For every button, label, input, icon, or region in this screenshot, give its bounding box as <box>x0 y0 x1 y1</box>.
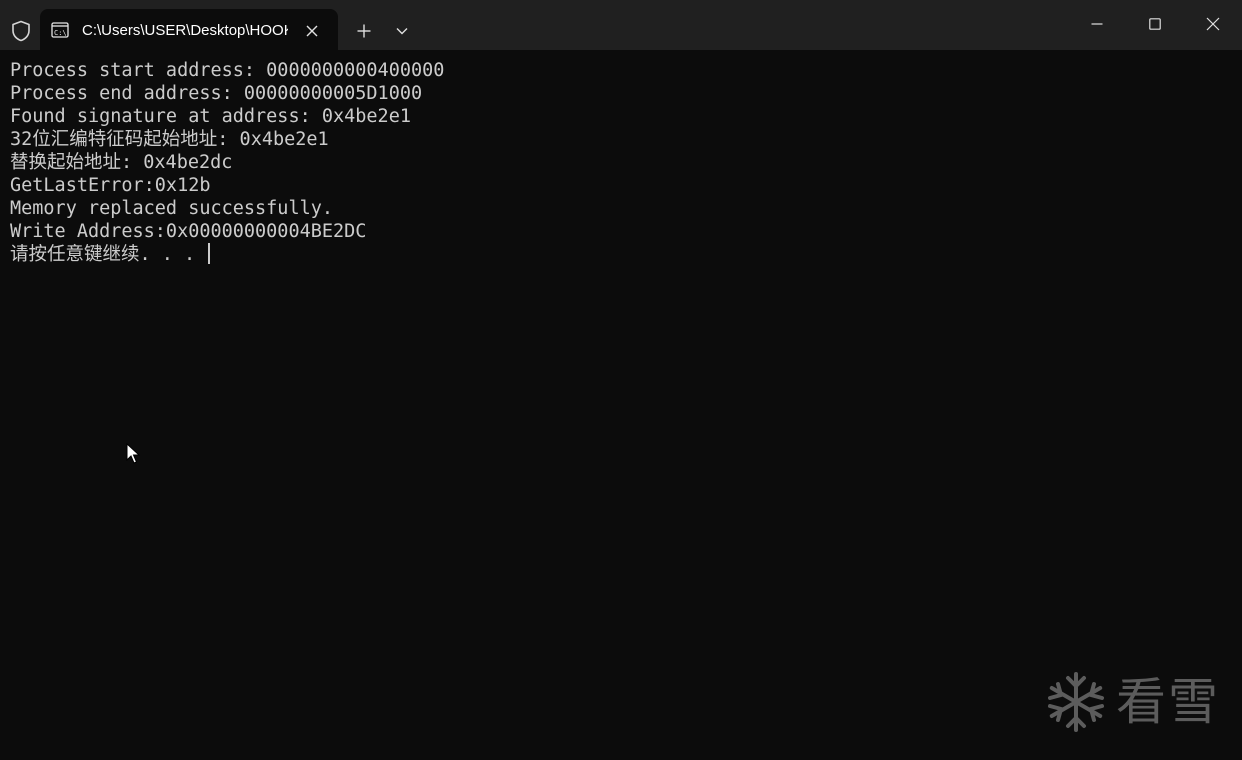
console-line: Memory replaced successfully. <box>10 198 334 219</box>
title-bar[interactable]: C:\ C:\Users\USER\Desktop\HOOK <box>0 0 1242 50</box>
snowflake-icon <box>1048 672 1104 732</box>
console-line: Process start address: 0000000000400000 <box>10 60 445 81</box>
chevron-down-icon <box>396 28 408 35</box>
console-line: Process end address: 00000000005D1000 <box>10 83 423 104</box>
watermark-logo: 看雪 <box>1044 666 1224 738</box>
maximize-button[interactable] <box>1126 0 1184 48</box>
console-prompt-line: 请按任意键继续. . . <box>10 243 1232 266</box>
new-tab-button[interactable] <box>348 17 380 45</box>
prompt-text: 请按任意键继续. . . <box>10 244 207 265</box>
minimize-icon <box>1091 23 1103 25</box>
console-line: Found signature at address: 0x4be2e1 <box>10 106 411 127</box>
console-output[interactable]: Process start address: 0000000000400000 … <box>10 59 1232 749</box>
maximize-icon <box>1149 18 1161 30</box>
profile-dropdown-button[interactable] <box>386 17 418 45</box>
console-line: Write Address:0x00000000004BE2DC <box>10 221 367 242</box>
console-icon: C:\ <box>51 22 69 38</box>
close-icon <box>306 25 318 37</box>
terminal-window: C:\ C:\Users\USER\Desktop\HOOK Process s… <box>0 0 1242 760</box>
mouse-pointer-icon <box>126 442 141 465</box>
close-window-button[interactable] <box>1184 0 1242 48</box>
close-icon <box>1206 17 1220 31</box>
shield-icon <box>10 19 32 43</box>
console-line: 替换起始地址: 0x4be2dc <box>10 152 233 173</box>
plus-icon <box>357 24 371 38</box>
svg-text:C:\: C:\ <box>54 29 67 37</box>
tab-terminal[interactable]: C:\ C:\Users\USER\Desktop\HOOK <box>40 9 338 50</box>
text-cursor <box>208 243 211 264</box>
console-line: 32位汇编特征码起始地址: 0x4be2e1 <box>10 129 329 150</box>
console-line: GetLastError:0x12b <box>10 175 211 196</box>
close-tab-button[interactable] <box>300 20 324 42</box>
watermark-text: 看雪 <box>1116 673 1220 731</box>
minimize-button[interactable] <box>1068 0 1126 48</box>
tab-title: C:\Users\USER\Desktop\HOOK <box>82 22 288 39</box>
